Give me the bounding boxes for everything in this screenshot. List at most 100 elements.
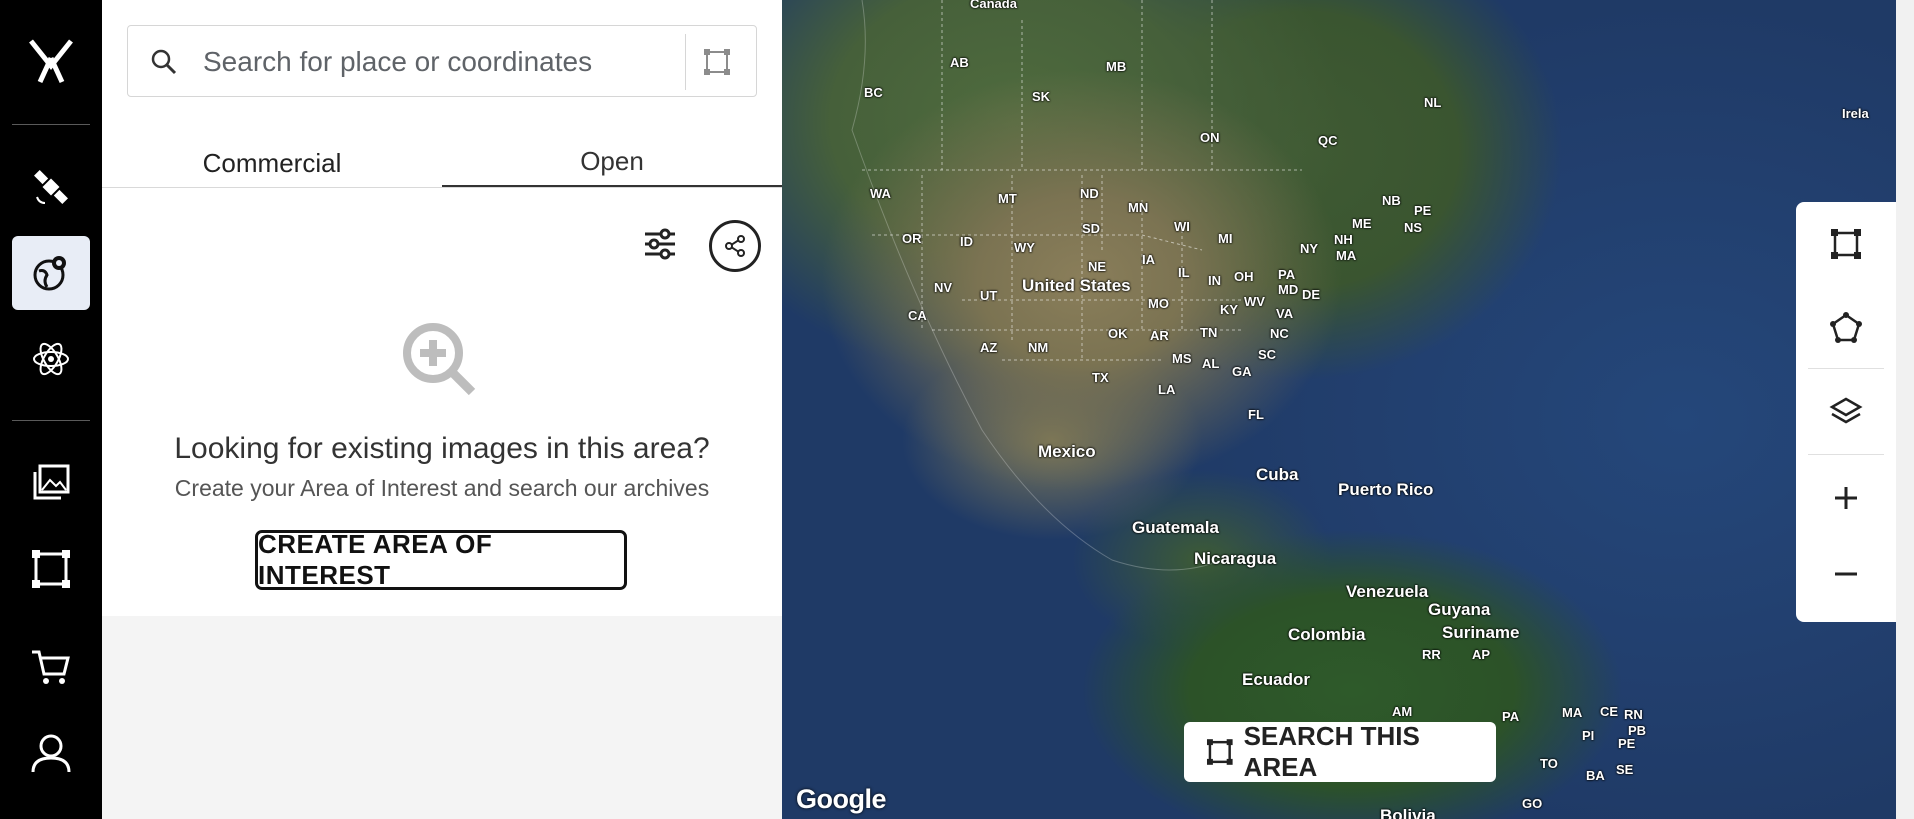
map-label: IL — [1178, 265, 1190, 280]
map-label: MA — [1336, 248, 1357, 263]
map-label: Mexico — [1038, 442, 1096, 461]
sidebar-item-atom[interactable] — [12, 322, 90, 396]
map-label: MB — [1106, 59, 1127, 74]
sidebar-item-gallery[interactable] — [12, 446, 90, 520]
map-label: NM — [1028, 340, 1049, 355]
map-label: NE — [1088, 259, 1107, 274]
map-borders — [851, 0, 1302, 571]
search-input[interactable] — [201, 38, 765, 86]
map-label: NB — [1382, 193, 1401, 208]
map-label: FL — [1248, 407, 1264, 422]
map-label: Cuba — [1256, 465, 1299, 484]
sidebar-item-aoi[interactable] — [12, 532, 90, 606]
satellite-icon — [34, 170, 68, 204]
map-label: MN — [1128, 200, 1149, 215]
map-label: MT — [998, 191, 1017, 206]
draw-polygon-button[interactable] — [1796, 286, 1896, 370]
empty-state-title: Looking for existing images in this area… — [174, 432, 710, 465]
map-label: GO — [1522, 796, 1543, 811]
sliders-icon — [645, 228, 675, 260]
map-label: Suriname — [1442, 623, 1520, 642]
sidebar-item-account[interactable] — [12, 716, 90, 790]
aoi-square-icon — [1206, 739, 1233, 765]
rectangle-icon — [1831, 229, 1861, 259]
toolbar-divider — [1808, 454, 1884, 455]
map-label: Canada — [970, 0, 1017, 11]
map-label: PA — [1502, 709, 1520, 724]
map-toolbar — [1796, 202, 1896, 622]
sidebar-item-satellite[interactable] — [12, 150, 90, 224]
atom-icon — [33, 342, 69, 376]
map-label: Irela — [1842, 106, 1869, 121]
map-label: Nicaragua — [1194, 549, 1277, 568]
map-label: SE — [1616, 762, 1634, 777]
map-label: United States — [1022, 276, 1131, 295]
tabs-divider — [102, 187, 782, 188]
map-label: MI — [1218, 231, 1233, 246]
map-label: UT — [980, 288, 998, 303]
aoi-square-icon — [32, 550, 70, 588]
map-label: KY — [1220, 302, 1239, 317]
map-label: SC — [1258, 347, 1277, 362]
filter-button[interactable] — [638, 222, 682, 266]
map-label: WA — [870, 186, 891, 201]
map-label: WY — [1014, 240, 1035, 255]
zoom-out-button[interactable] — [1796, 532, 1896, 616]
map-label: AZ — [980, 340, 998, 355]
map[interactable]: Canada AB MB BC SK NL Irela ON QC NB PE … — [782, 0, 1896, 819]
layers-button[interactable] — [1796, 370, 1896, 454]
map-label: Colombia — [1288, 625, 1366, 644]
sidebar-item-cart[interactable] — [12, 630, 90, 704]
share-button[interactable] — [709, 220, 761, 272]
map-label: OK — [1108, 326, 1128, 341]
rail-divider — [12, 124, 90, 125]
sidebar-item-globe-search[interactable] — [12, 236, 90, 310]
logo-icon[interactable] — [28, 38, 74, 84]
scrollbar[interactable] — [1896, 0, 1914, 819]
google-logo: Google — [796, 784, 887, 814]
search-this-area-button[interactable]: SEARCH THIS AREA — [1184, 721, 1496, 782]
rail-divider — [12, 420, 90, 421]
tab-commercial[interactable]: Commercial — [102, 138, 442, 188]
map-label: NH — [1334, 232, 1353, 247]
draw-aoi-icon[interactable] — [703, 48, 731, 76]
map-label: ND — [1080, 186, 1099, 201]
map-label: PA — [1278, 267, 1296, 282]
map-label: CA — [908, 308, 927, 323]
search-panel: Commercial Open Looking for existing ima… — [102, 0, 782, 819]
map-label: Bolivia — [1380, 806, 1436, 819]
toolbar-divider — [1808, 368, 1884, 369]
map-label: NS — [1404, 220, 1423, 235]
map-label: NC — [1270, 326, 1289, 341]
map-label: NY — [1300, 241, 1319, 256]
map-label: IN — [1208, 273, 1221, 288]
map-label: OH — [1234, 269, 1254, 284]
map-label: NV — [934, 280, 953, 295]
map-label: ME — [1352, 216, 1372, 231]
map-label: AP — [1472, 647, 1491, 662]
map-label: TX — [1092, 370, 1109, 385]
minus-icon — [1835, 572, 1857, 576]
map-label: MO — [1148, 296, 1169, 311]
map-label: WV — [1244, 294, 1265, 309]
draw-rectangle-button[interactable] — [1796, 202, 1896, 286]
map-label: OR — [902, 231, 922, 246]
tab-open[interactable]: Open — [442, 138, 782, 188]
cart-icon — [32, 650, 70, 684]
zoom-in-button[interactable] — [1796, 456, 1896, 540]
map-label: Ecuador — [1242, 670, 1311, 689]
search-divider — [685, 34, 686, 90]
map-label: AB — [950, 55, 969, 70]
map-label: LA — [1158, 382, 1176, 397]
map-label: MA — [1562, 705, 1583, 720]
search-icon — [151, 49, 177, 75]
map-label: QC — [1318, 133, 1338, 148]
map-label: MD — [1278, 282, 1299, 297]
share-icon — [725, 235, 745, 257]
panel-content: Commercial Open Looking for existing ima… — [102, 0, 782, 616]
map-label: RR — [1422, 647, 1441, 662]
create-aoi-button[interactable]: CREATE AREA OF INTEREST — [255, 529, 627, 590]
map-label: Venezuela — [1346, 582, 1429, 601]
map-label: GA — [1232, 364, 1252, 379]
map-label: DE — [1302, 287, 1321, 302]
